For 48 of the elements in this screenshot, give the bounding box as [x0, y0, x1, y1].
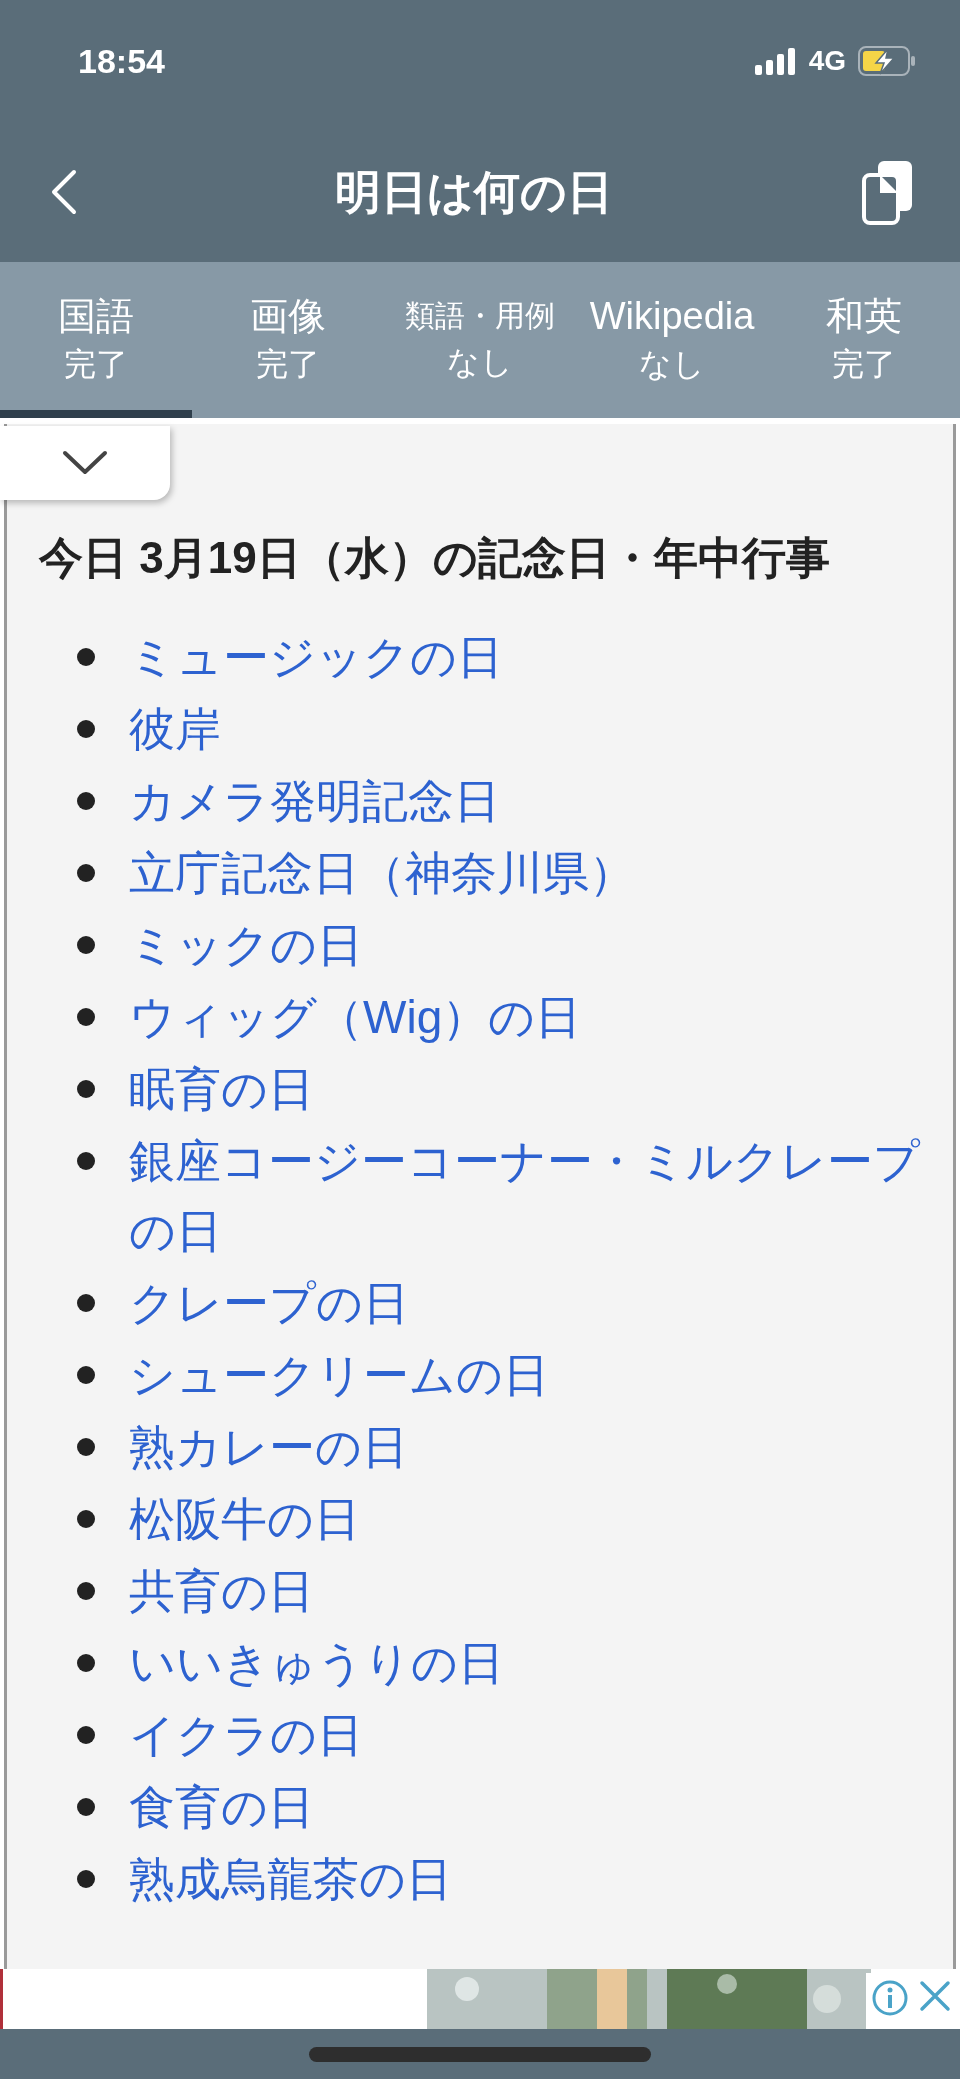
bullet-icon — [77, 1870, 95, 1888]
bullet-icon — [77, 1510, 95, 1528]
bullet-icon — [77, 792, 95, 810]
network-type: 4G — [808, 44, 846, 78]
bullet-icon — [77, 1080, 95, 1098]
tab[interactable]: 類語・用例 なし — [384, 262, 576, 418]
bullet-icon — [77, 1438, 95, 1456]
list-link[interactable]: いいきゅうりの日 — [129, 1628, 504, 1698]
bullet-icon — [77, 1798, 95, 1816]
signal-icon — [754, 47, 797, 75]
list-link[interactable]: カメラ発明記念日 — [129, 766, 500, 836]
list-link[interactable]: 熟カレーの日 — [129, 1412, 408, 1482]
list-link[interactable]: 立庁記念日（神奈川県） — [129, 838, 635, 908]
bullet-icon — [77, 936, 95, 954]
list-link[interactable]: 熟成烏龍茶の日 — [129, 1844, 452, 1914]
bullet-icon — [77, 1366, 95, 1384]
list-link[interactable]: ミュージックの日 — [129, 622, 503, 692]
bullet-icon — [77, 1294, 95, 1312]
list-link[interactable]: シュークリームの日 — [129, 1340, 549, 1410]
list-link[interactable]: クレープの日 — [129, 1268, 409, 1338]
bullet-icon — [77, 1008, 95, 1026]
chevron-down-icon — [62, 450, 108, 476]
list-link[interactable]: 銀座コージーコーナー・ミルクレープの日 — [129, 1126, 921, 1266]
tab[interactable]: 画像 完了 — [192, 262, 384, 418]
battery-charging-icon — [858, 46, 916, 76]
info-icon[interactable] — [870, 1979, 909, 2017]
list-link[interactable]: イクラの日 — [129, 1700, 363, 1770]
section-heading: 今日 3月19日（水）の記念日・年中行事 — [39, 532, 831, 584]
list-link[interactable]: 彼岸 — [129, 694, 221, 764]
list-link[interactable]: 眠育の日 — [129, 1054, 314, 1124]
list-link[interactable]: 食育の日 — [129, 1772, 314, 1842]
bullet-icon — [77, 648, 95, 666]
tab[interactable]: Wikipedia なし — [576, 262, 768, 418]
collapse-button[interactable] — [0, 426, 170, 500]
bullet-icon — [77, 720, 95, 738]
list-link[interactable]: ウィッグ（Wig）の日 — [129, 982, 582, 1052]
tab[interactable]: 和英 完了 — [768, 262, 960, 418]
bullet-icon — [77, 864, 95, 882]
bullet-icon — [77, 1654, 95, 1672]
list-link[interactable]: 松阪牛の日 — [129, 1484, 360, 1554]
page-title: 明日は何の日 — [335, 164, 613, 220]
status-time: 18:54 — [78, 40, 165, 82]
bullet-icon — [77, 1726, 95, 1744]
bullet-icon — [77, 1582, 95, 1600]
bullet-icon — [77, 1152, 95, 1170]
list-link[interactable]: ミックの日 — [129, 910, 363, 980]
close-icon[interactable] — [917, 1979, 952, 2013]
list-link[interactable]: 共育の日 — [129, 1556, 314, 1626]
